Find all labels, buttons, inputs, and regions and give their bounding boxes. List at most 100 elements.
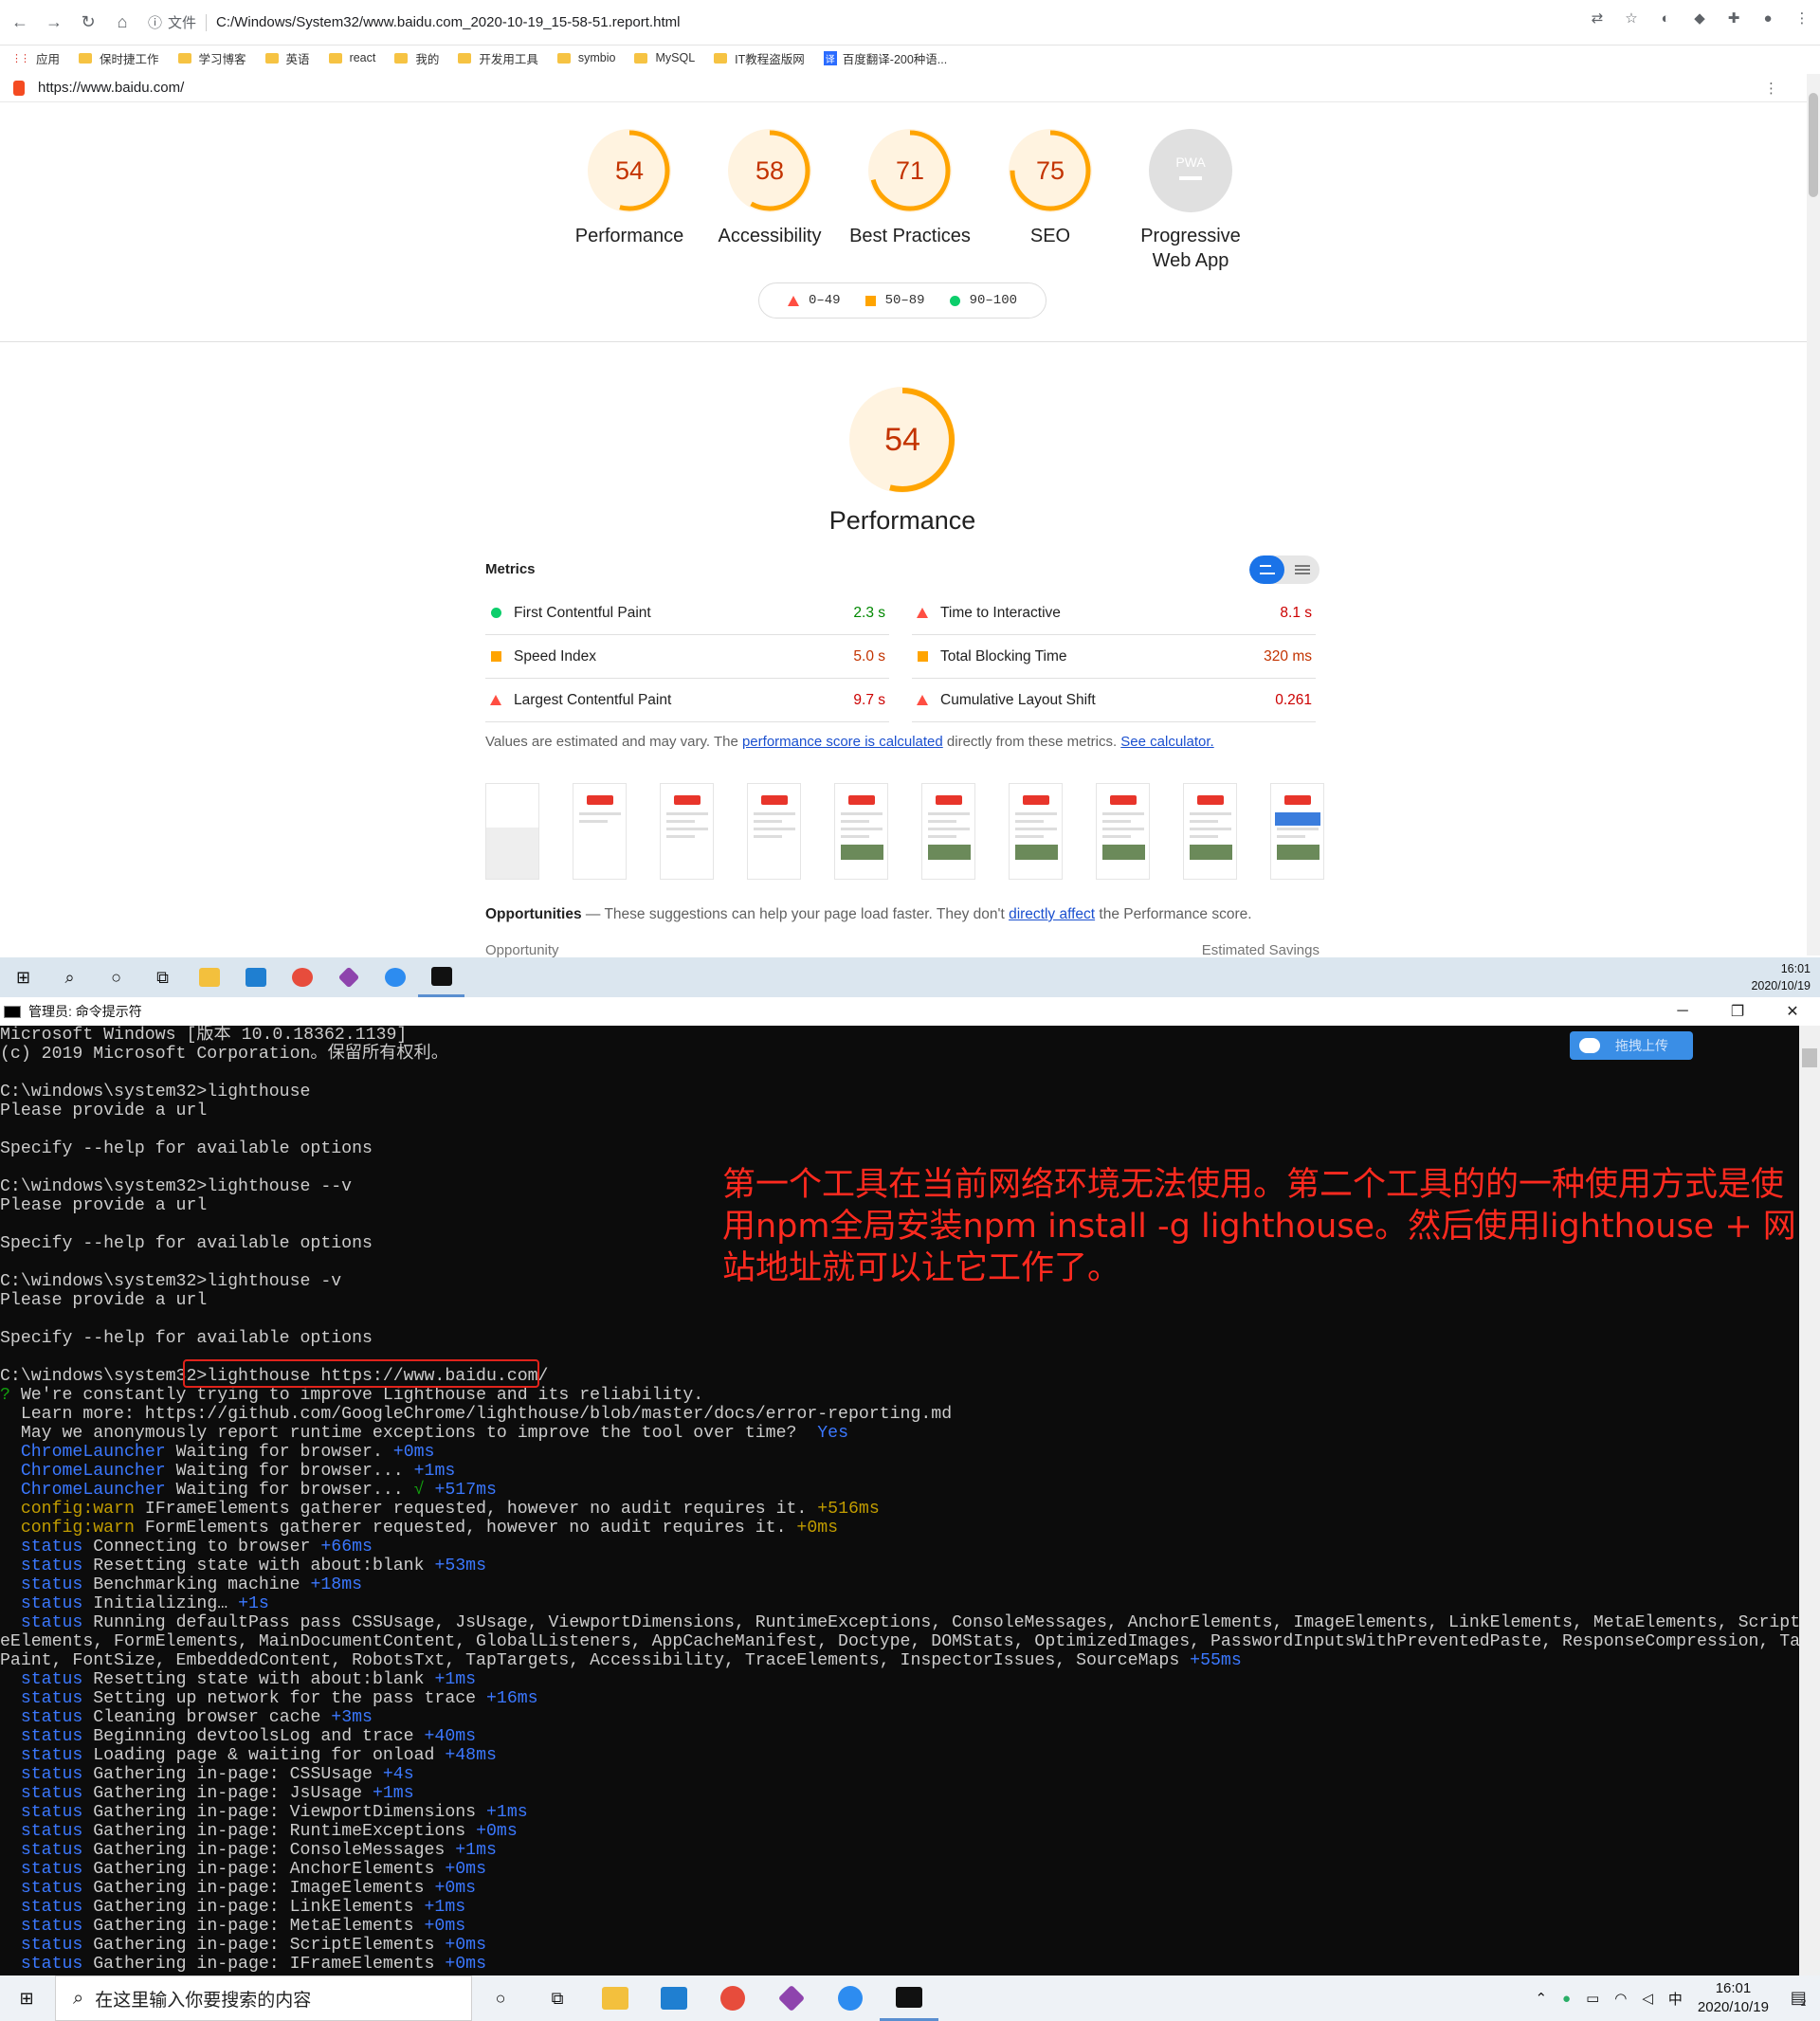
taskbar-clock[interactable]: 16:01 2020/10/19 [1751,960,1811,994]
baidu-upload-button[interactable]: 拖拽上传 [1570,1031,1693,1060]
address-text[interactable]: C:/Windows/System32/www.baidu.com_2020-1… [216,14,680,30]
cmd-window: 管理员: 命令提示符 ─ ❐ ✕ Microsoft Windows [版本 1… [0,997,1820,1975]
chrome-icon[interactable] [279,957,325,997]
extension-icon[interactable]: ◐ [1655,8,1676,28]
task-view-icon[interactable]: ⧉ [139,957,186,997]
page-scrollbar[interactable] [1807,74,1820,956]
terminal-segment [0,1500,21,1519]
terminal-segment: Specify --help for available options [0,1139,373,1158]
gauge-label: Best Practices [849,226,971,246]
terminal-segment: +1ms [413,1462,456,1481]
bookmark-item[interactable]: symbio [556,51,615,64]
score-gauge[interactable]: 58 Accessibility [700,125,840,273]
wifi-icon[interactable]: ◠ [1614,1990,1627,2007]
opportunity-table-header: Opportunity Estimated Savings [485,942,1320,957]
sourcetree-icon[interactable] [325,957,372,997]
vscode-icon[interactable] [232,957,279,997]
cortana-icon[interactable]: ○ [472,1975,529,2021]
home-icon[interactable]: ⌂ [108,9,136,37]
scrollbar-thumb[interactable] [1809,93,1818,197]
terminal-segment: status [20,1594,83,1613]
cortana-icon[interactable]: ○ [93,957,139,997]
show-hidden-icons-icon[interactable]: ⌃ [1535,1990,1547,2007]
chrome-icon[interactable] [703,1975,762,2021]
bookmark-item[interactable]: 保时捷工作 [79,49,159,67]
score-gauge[interactable]: 54 Performance [559,125,700,273]
reload-icon[interactable]: ↻ [74,9,102,37]
metrics-view-toggle[interactable] [1249,555,1320,584]
score-gauge[interactable]: 75 SEO [980,125,1120,273]
report-menu-icon[interactable]: ⋮ [1764,80,1778,97]
info-icon[interactable]: ⓘ [148,12,162,32]
terminal-segment: +516ms [817,1500,880,1519]
file-explorer-icon[interactable] [186,957,232,997]
search-icon[interactable]: ⌕ [46,957,93,997]
volume-icon[interactable]: ◁ [1642,1990,1653,2007]
bookmark-item[interactable]: IT教程盗版网 [714,49,805,67]
file-explorer-icon[interactable] [586,1975,645,2021]
menu-icon[interactable]: ⋮ [1792,8,1812,28]
terminal-segment [0,1462,21,1481]
vscode-icon[interactable] [645,1975,703,2021]
baidu-netdisk-icon[interactable] [372,957,418,997]
close-icon[interactable]: ✕ [1765,997,1820,1026]
minimize-icon[interactable]: ─ [1655,997,1710,1026]
notification-icon[interactable]: ▤ 2 [1784,1983,1812,2012]
bookmark-item[interactable]: react [328,51,375,64]
terminal-line: status Loading page & waiting for onload… [0,1746,1799,1765]
sourcetree-icon[interactable] [762,1975,821,2021]
calculator-link[interactable]: See calculator. [1120,734,1213,750]
address-bar[interactable]: ⓘ 文件 C:/Windows/System32/www.baidu.com_2… [148,7,1551,39]
terminal-segment [0,1917,21,1936]
directly-affect-link[interactable]: directly affect [1009,906,1095,922]
bookmark-item[interactable]: MySQL [634,51,695,64]
toggle-compact[interactable] [1249,555,1284,584]
metric-value: 5.0 s [853,647,885,665]
bookmark-item[interactable]: 开发用工具 [458,49,538,67]
baidu-netdisk-icon[interactable] [821,1975,880,2021]
terminal-segment: May we anonymously report runtime except… [0,1424,818,1443]
terminal-segment: FormElements gatherer requested, however… [134,1519,797,1538]
terminal-line: status Gathering in-page: IFrameElements… [0,1955,1799,1974]
back-icon[interactable]: ← [6,9,34,37]
extensions-puzzle-icon[interactable]: ✚ [1723,8,1744,28]
bookmark-item[interactable]: 我的 [394,49,439,67]
translate-favicon-icon: 译 [823,50,837,65]
cmd-icon[interactable] [880,1975,938,2021]
clock-date: 2020/10/19 [1751,979,1811,992]
filmstrip-frame [1009,783,1063,880]
terminal-line: ChromeLauncher Waiting for browser... √ … [0,1481,1799,1500]
savings-column: Estimated Savings [1201,942,1320,957]
cmd-titlebar[interactable]: 管理员: 命令提示符 ─ ❐ ✕ [0,997,1820,1026]
forward-icon[interactable]: → [40,9,68,37]
profile-icon[interactable]: ● [1757,8,1778,28]
gauge-ring: 75 [1009,129,1092,212]
report-url[interactable]: https://www.baidu.com/ [38,80,184,96]
taskbar-search[interactable]: ⌕ 在这里输入你要搜索的内容 [55,1975,472,2021]
windows-start-icon[interactable]: ⊞ [0,1975,53,2021]
score-gauges: 54 Performance 58 Accessibility 71 Best Pract… [559,125,1261,273]
cmd-scrollbar-thumb[interactable] [1802,1048,1817,1067]
toggle-expanded[interactable] [1284,555,1320,584]
extension-bird-icon[interactable]: ◆ [1689,8,1710,28]
score-gauge[interactable]: PWA Progressive Web App [1120,125,1261,273]
metric-value: 320 ms [1264,647,1312,665]
bookmark-item[interactable]: 学习博客 [177,49,246,67]
windows-start-icon[interactable]: ⊞ [0,957,46,997]
bookmark-item[interactable]: ⋮⋮ 应用 [11,49,60,67]
ime-indicator[interactable]: 中 [1668,1989,1683,2009]
bookmark-item[interactable]: 译百度翻译-200种语... [823,49,947,67]
restore-icon[interactable]: ❐ [1710,997,1765,1026]
taskbar-clock[interactable]: 16:01 2020/10/19 [1698,1979,1769,2017]
bookmark-star-icon[interactable]: ☆ [1621,8,1642,28]
battery-icon[interactable]: ▭ [1586,1990,1599,2007]
terminal-line: ? We're constantly trying to improve Lig… [0,1386,1799,1405]
cmd-icon[interactable] [418,957,464,997]
score-calculated-link[interactable]: performance score is calculated [742,734,943,750]
bookmark-item[interactable]: 英语 [264,49,310,67]
task-view-icon[interactable]: ⧉ [529,1975,586,2021]
translate-icon[interactable]: ⇄ [1587,8,1608,28]
folder-icon [556,52,571,64]
wechat-icon[interactable]: ● [1562,1991,1571,2007]
score-gauge[interactable]: 71 Best Practices [840,125,980,273]
